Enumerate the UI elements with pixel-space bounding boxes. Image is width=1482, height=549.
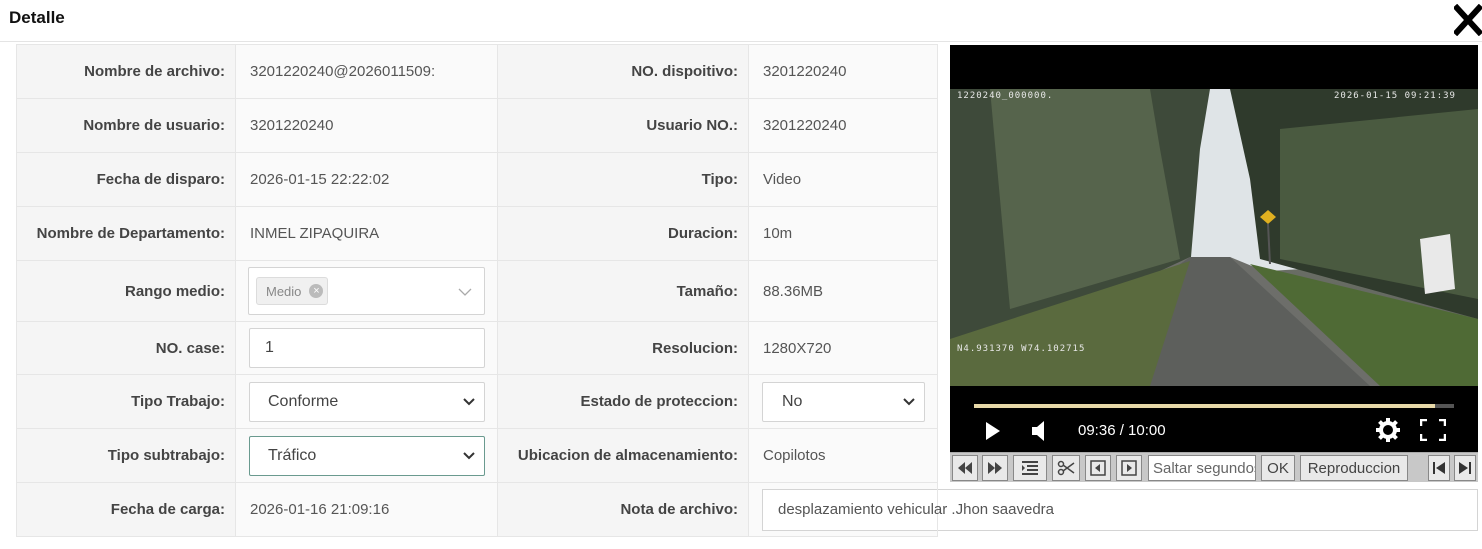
skip-start-button[interactable] <box>1428 455 1450 481</box>
play-button[interactable] <box>984 421 1002 446</box>
playback-button[interactable]: Reproduccion <box>1300 455 1408 481</box>
field-label: NO. case: <box>16 321 236 375</box>
user-name-value: 3201220240 <box>235 98 498 153</box>
table-row: Nombre de usuario: 3201220240 Usuario NO… <box>16 98 938 153</box>
next-frame-icon <box>1121 460 1137 476</box>
play-icon <box>986 422 1000 440</box>
field-label: Nombre de usuario: <box>16 98 236 153</box>
size-value: 88.36MB <box>748 260 938 322</box>
close-button[interactable] <box>1452 3 1482 38</box>
field-label: Resolucion: <box>497 321 749 375</box>
table-row: Nombre de archivo: 3201220240@2026011509… <box>16 44 938 99</box>
clip-button[interactable] <box>1052 455 1080 481</box>
ok-button[interactable]: OK <box>1261 455 1295 481</box>
tag-label: Medio <box>266 283 302 299</box>
field-label: Fecha de carga: <box>16 482 236 537</box>
file-name-value: 3201220240@2026011509: <box>235 44 498 99</box>
detail-table: Nombre de archivo: 3201220240@2026011509… <box>16 44 1478 537</box>
progress-fill <box>974 404 1435 408</box>
video-player[interactable]: 1220240_000000. 2026-01-15 09:21:39 N4.9… <box>950 45 1478 452</box>
fullscreen-icon <box>1419 418 1447 442</box>
video-frame[interactable]: 1220240_000000. 2026-01-15 09:21:39 N4.9… <box>950 89 1478 386</box>
player-toolbar: Saltar segundos OK Reproduccion <box>950 452 1478 482</box>
field-label: Tipo: <box>497 152 749 207</box>
volume-button[interactable] <box>1030 420 1048 447</box>
table-row: Nombre de Departamento: INMEL ZIPAQUIRA … <box>16 206 938 261</box>
type-value: Video <box>748 152 938 207</box>
video-osd-gps: N4.931370 W74.102715 <box>957 344 1086 354</box>
protection-state-selected: No <box>782 392 803 410</box>
chevron-down-icon <box>463 451 475 459</box>
file-note-input[interactable]: desplazamiento vehicular .Jhon saavedra <box>762 488 1478 531</box>
table-row: Fecha de carga: 2026-01-16 21:09:16 Nota… <box>16 482 1478 537</box>
chevron-down-icon <box>903 397 915 405</box>
progress-bar[interactable] <box>974 404 1454 408</box>
skip-end-button[interactable] <box>1454 455 1476 481</box>
table-row: NO. case: 1 Resolucion: 1280X720 <box>16 321 938 375</box>
device-no-value: 3201220240 <box>748 44 938 99</box>
fast-forward-button[interactable] <box>982 455 1008 481</box>
field-label: NO. dispoitivo: <box>497 44 749 99</box>
table-row: Tipo subtrabajo: Tráfico Ubicacion de al… <box>16 428 938 483</box>
department-value: INMEL ZIPAQUIRA <box>235 206 498 261</box>
chevron-down-icon <box>458 288 472 296</box>
video-osd-id: 1220240_000000. <box>957 91 1054 101</box>
resolution-value: 1280X720 <box>748 321 938 375</box>
time-display: 09:36 / 10:00 <box>1078 422 1166 439</box>
table-row: Fecha de disparo: 2026-01-15 22:22:02 Ti… <box>16 152 938 207</box>
media-range-select[interactable]: Medio × <box>248 267 485 315</box>
field-label: Estado de proteccion: <box>497 374 749 429</box>
user-no-value: 3201220240 <box>748 98 938 153</box>
skip-start-icon <box>1433 462 1445 474</box>
prev-frame-button[interactable] <box>1085 455 1111 481</box>
duration-value: 10m <box>748 206 938 261</box>
field-label: Tipo subtrabajo: <box>16 428 236 483</box>
work-type-selected: Conforme <box>268 392 339 410</box>
skip-end-icon <box>1459 462 1471 474</box>
list-icon <box>1022 461 1038 475</box>
table-row: Rango medio: Medio × Tamaño: 88.36MB <box>16 260 938 322</box>
field-label: Nota de archivo: <box>497 482 749 537</box>
media-range-tag: Medio × <box>256 277 329 305</box>
prev-frame-icon <box>1090 460 1106 476</box>
field-label: Duracion: <box>497 206 749 261</box>
seek-seconds-input[interactable]: Saltar segundos <box>1148 455 1256 481</box>
case-no-input[interactable]: 1 <box>249 328 485 368</box>
field-label: Nombre de archivo: <box>16 44 236 99</box>
field-label: Rango medio: <box>16 260 236 322</box>
video-scene <box>950 89 1478 386</box>
gear-icon <box>1376 418 1400 442</box>
storage-location-value: Copilotos <box>748 428 938 483</box>
field-label: Nombre de Departamento: <box>16 206 236 261</box>
volume-icon <box>1032 421 1044 441</box>
settings-button[interactable] <box>1376 418 1400 447</box>
rewind-button[interactable] <box>952 455 978 481</box>
rewind-icon <box>958 462 972 474</box>
chevron-down-icon <box>463 397 475 405</box>
field-label: Fecha de disparo: <box>16 152 236 207</box>
list-button[interactable] <box>1013 455 1047 481</box>
protection-state-select[interactable]: No <box>762 381 925 422</box>
remove-tag-icon[interactable]: × <box>309 284 324 298</box>
table-row: Tipo Trabajo: Conforme Estado de protecc… <box>16 374 938 429</box>
field-label: Usuario NO.: <box>497 98 749 153</box>
trigger-date-value: 2026-01-15 22:22:02 <box>235 152 498 207</box>
fast-forward-icon <box>988 462 1002 474</box>
field-label: Ubicacion de almacenamiento: <box>497 428 749 483</box>
work-subtype-selected: Tráfico <box>268 446 317 464</box>
work-subtype-select[interactable]: Tráfico <box>249 435 485 476</box>
field-label: Tipo Trabajo: <box>16 374 236 429</box>
field-label: Tamaño: <box>497 260 749 322</box>
fullscreen-button[interactable] <box>1419 418 1447 446</box>
close-icon <box>1452 3 1482 37</box>
dialog-title: Detalle <box>9 8 65 27</box>
upload-date-value: 2026-01-16 21:09:16 <box>235 482 498 537</box>
next-frame-button[interactable] <box>1116 455 1142 481</box>
scissors-icon <box>1057 460 1075 476</box>
work-type-select[interactable]: Conforme <box>249 381 485 422</box>
dialog-header: Detalle <box>0 0 1482 42</box>
video-osd-datetime: 2026-01-15 09:21:39 <box>1334 91 1456 101</box>
